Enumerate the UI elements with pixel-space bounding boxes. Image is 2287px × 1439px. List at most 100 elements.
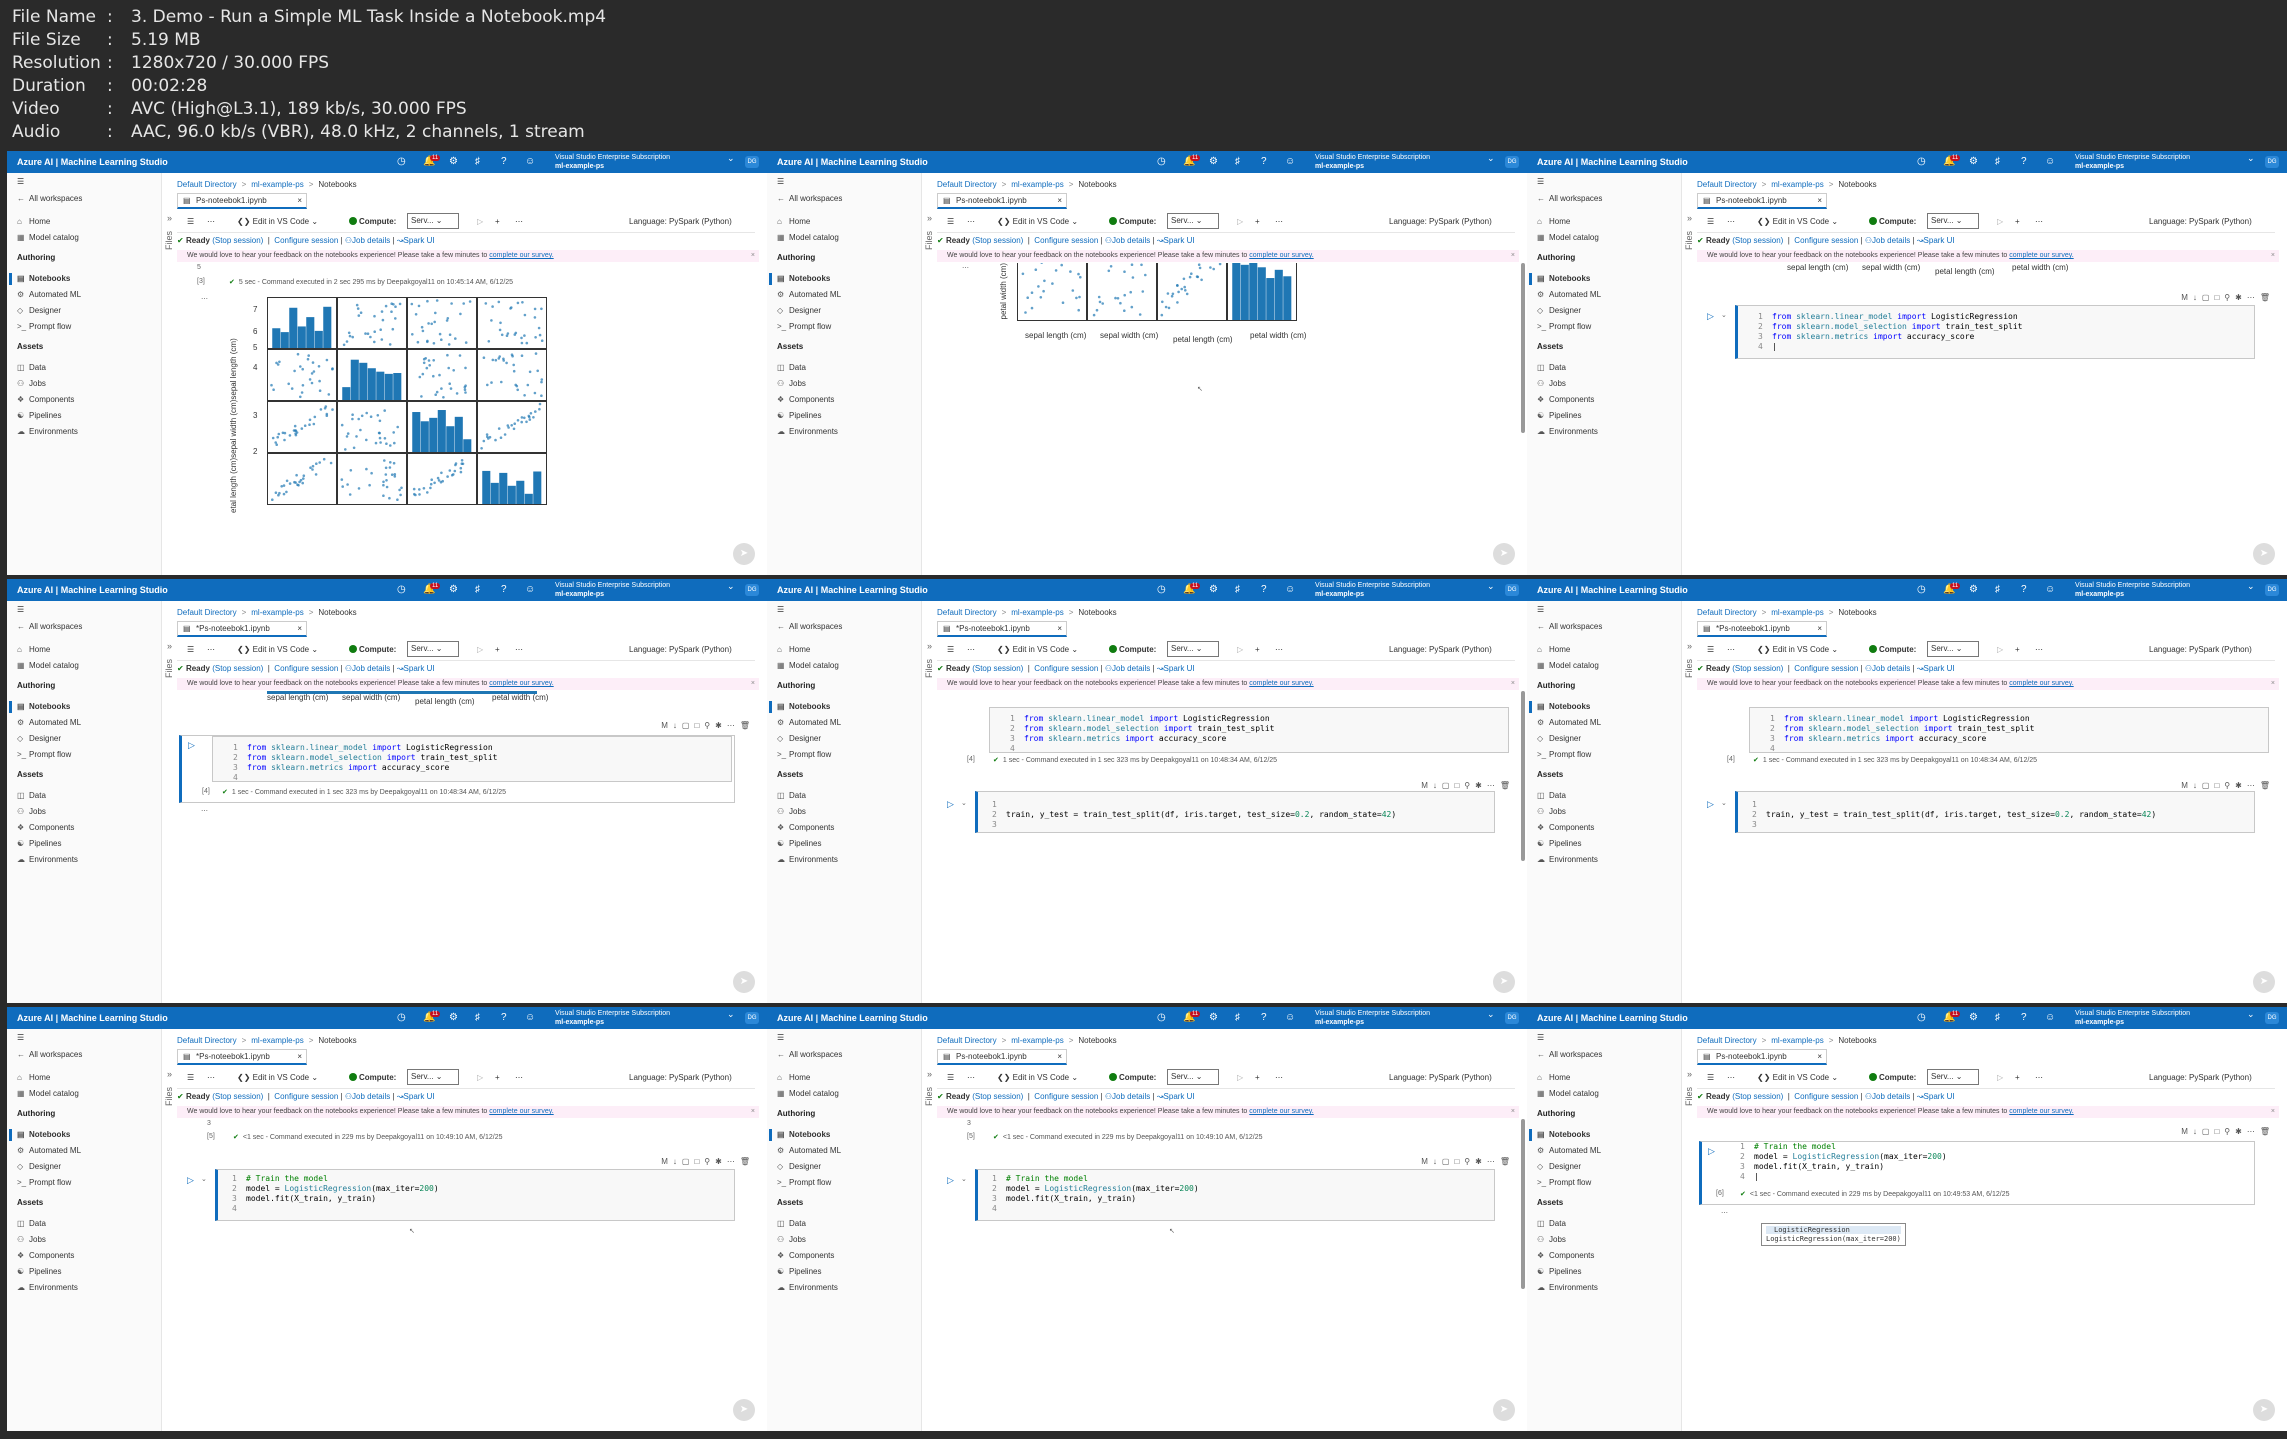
compute-select[interactable]: Serv... ⌄	[1927, 1069, 1979, 1085]
breadcrumb-notebooks[interactable]: Notebooks	[1838, 608, 1876, 617]
gear-icon[interactable]: ⚙	[1969, 1012, 1978, 1023]
code-editor[interactable]: 1 2 train, y_test = train_test_split(df, …	[992, 800, 1396, 830]
survey-link[interactable]: complete our survey.	[489, 1108, 553, 1115]
smiley-icon[interactable]: ☺	[525, 156, 535, 167]
sidebar-item-components[interactable]: ❖ Components	[777, 394, 834, 406]
bell-icon[interactable]: 🔔 11	[1943, 583, 1961, 595]
breadcrumb-workspace[interactable]: ml-example-ps	[1011, 608, 1063, 617]
breadcrumb-notebooks[interactable]: Notebooks	[1078, 180, 1116, 189]
subscription-info[interactable]: Visual Studio Enterprise Subscription ml-…	[1315, 153, 1485, 171]
code-editor[interactable]: 1 from sklearn.linear_model import Logist…	[233, 743, 498, 783]
sidebar-item-jobs[interactable]: ⚇ Jobs	[777, 1234, 806, 1246]
subscription-info[interactable]: Visual Studio Enterprise Subscription ml-…	[1315, 1009, 1485, 1027]
hamburger-icon[interactable]: ☰	[1537, 176, 1544, 188]
spark-ui-link[interactable]: ↝Spark UI	[1917, 664, 1955, 673]
hamburger-icon[interactable]: ☰	[1537, 1032, 1544, 1044]
job-details-link[interactable]: ⚇Job details	[1865, 1092, 1910, 1101]
sidebar-item-pipelines[interactable]: ☯ Pipelines	[1537, 838, 1581, 850]
subscription-info[interactable]: Visual Studio Enterprise Subscription ml-…	[555, 581, 725, 599]
sidebar-item-automated-ml[interactable]: ⚙ Automated ML	[17, 289, 81, 301]
menu-icon[interactable]: ☰	[947, 217, 954, 226]
tab-notebook[interactable]: ▤ *Ps-noteebok1.ipynb ×	[1697, 621, 1827, 637]
add-icon[interactable]: +	[495, 217, 500, 226]
delete-icon[interactable]: 🗑	[1500, 781, 1515, 790]
more-icon[interactable]: ⋯	[727, 721, 740, 730]
tab-notebook[interactable]: ▤ Ps-noteebok1.ipynb ×	[1697, 1049, 1827, 1065]
history-icon[interactable]: ◷	[1917, 1012, 1926, 1023]
compute-select[interactable]: Serv... ⌄	[1167, 1069, 1219, 1085]
sidebar-item-home[interactable]: ⌂ Home	[777, 216, 810, 228]
edit-in-vscode-button[interactable]: ❮❯ Edit in VS Code ⌄	[237, 1073, 318, 1082]
markdown-icon[interactable]: M↓	[2181, 293, 2202, 302]
breadcrumb-default-directory[interactable]: Default Directory	[937, 608, 997, 617]
configure-session-link[interactable]: Configure session	[274, 664, 338, 673]
comment-icon[interactable]: □	[694, 1157, 704, 1166]
stop-session-link[interactable]: (Stop session)	[972, 664, 1023, 673]
survey-link[interactable]: complete our survey.	[489, 252, 553, 259]
close-icon[interactable]: ×	[1817, 622, 1822, 635]
gear-icon[interactable]: ⚙	[1209, 156, 1218, 167]
sidebar-item-model-catalog[interactable]: ▦ Model catalog	[1537, 232, 1599, 244]
megaphone-icon[interactable]: ♯	[1995, 1012, 2000, 1023]
files-tab[interactable]: Files	[924, 231, 938, 250]
megaphone-icon[interactable]: ♯	[475, 584, 480, 595]
code-editor[interactable]: 1 from sklearn.linear_model import Logist…	[1758, 312, 2023, 352]
add-cell-icon[interactable]: ✱	[1475, 1157, 1487, 1166]
job-details-link[interactable]: ⚇Job details	[345, 664, 390, 673]
breadcrumb-notebooks[interactable]: Notebooks	[1838, 1036, 1876, 1045]
sidebar-item-model-catalog[interactable]: ▦ Model catalog	[17, 1088, 79, 1100]
more-options-icon[interactable]: ⋯	[515, 645, 523, 654]
expand-files-icon[interactable]: »	[927, 1069, 932, 1079]
gear-icon[interactable]: ⚙	[1209, 584, 1218, 595]
add-cell-icon[interactable]: ✱	[2235, 1127, 2247, 1136]
bell-icon[interactable]: 🔔 11	[423, 155, 441, 167]
close-icon[interactable]: ×	[1817, 194, 1822, 207]
spark-ui-link[interactable]: ↝Spark UI	[397, 236, 435, 245]
brand-title[interactable]: Azure AI | Machine Learning Studio	[1537, 585, 1688, 595]
sidebar-item-data[interactable]: ◫ Data	[1537, 362, 1566, 374]
markdown-icon[interactable]: M↓	[1421, 781, 1442, 790]
sidebar-item-environments[interactable]: ☁ Environments	[17, 854, 78, 866]
job-details-link[interactable]: ⚇Job details	[345, 236, 390, 245]
sidebar-item-prompt-flow[interactable]: >_ Prompt flow	[1537, 749, 1591, 761]
sidebar-item-prompt-flow[interactable]: >_ Prompt flow	[17, 321, 71, 333]
close-icon[interactable]: ×	[1511, 678, 1515, 690]
code-editor[interactable]: 1 from sklearn.linear_model import Logist…	[1770, 714, 2035, 754]
sidebar-item-jobs[interactable]: ⚇ Jobs	[777, 806, 806, 818]
add-icon[interactable]: +	[2015, 1073, 2020, 1082]
history-icon[interactable]: ◷	[397, 584, 406, 595]
more-icon[interactable]: ⋯	[967, 217, 975, 226]
sidebar-item-notebooks[interactable]: ▤ Notebooks	[17, 1129, 70, 1141]
sidebar-item-designer[interactable]: ◇ Designer	[1537, 1161, 1581, 1173]
spark-ui-link[interactable]: ↝Spark UI	[397, 1092, 435, 1101]
run-cell-icon[interactable]: ▷	[1708, 1146, 1715, 1157]
menu-icon[interactable]: ☰	[187, 1073, 194, 1082]
brand-title[interactable]: Azure AI | Machine Learning Studio	[17, 157, 168, 167]
survey-link[interactable]: complete our survey.	[2009, 1108, 2073, 1115]
more-icon[interactable]: ⋯	[201, 807, 208, 815]
close-icon[interactable]: ×	[1511, 250, 1515, 262]
history-icon[interactable]: ◷	[1157, 584, 1166, 595]
sidebar-item-prompt-flow[interactable]: >_ Prompt flow	[777, 1177, 831, 1189]
edit-in-vscode-button[interactable]: ❮❯ Edit in VS Code ⌄	[237, 645, 318, 654]
chevron-down-icon[interactable]: ⌄	[2247, 1009, 2255, 1020]
scrollbar[interactable]	[1521, 691, 1525, 861]
gear-icon[interactable]: ⚙	[1969, 584, 1978, 595]
bell-icon[interactable]: 🔔 11	[1943, 155, 1961, 167]
more-icon[interactable]: ⋯	[1727, 1073, 1735, 1082]
sidebar-item-pipelines[interactable]: ☯ Pipelines	[17, 410, 61, 422]
gear-icon[interactable]: ⚙	[449, 584, 458, 595]
tab-notebook[interactable]: ▤ *Ps-noteebok1.ipynb ×	[937, 621, 1067, 637]
markdown-icon[interactable]: M↓	[2181, 781, 2202, 790]
sidebar-item-notebooks[interactable]: ▤ Notebooks	[777, 1129, 830, 1141]
more-options-icon[interactable]: ⋯	[2035, 217, 2043, 226]
delete-icon[interactable]: 🗑	[2260, 293, 2275, 302]
tab-notebook[interactable]: ▤ *Ps-noteebok1.ipynb ×	[177, 621, 307, 637]
smiley-icon[interactable]: ☺	[525, 1012, 535, 1023]
hamburger-icon[interactable]: ☰	[777, 604, 784, 616]
megaphone-icon[interactable]: ♯	[475, 1012, 480, 1023]
comment-icon[interactable]: □	[694, 721, 704, 730]
job-details-link[interactable]: ⚇Job details	[1865, 664, 1910, 673]
sidebar-item-pipelines[interactable]: ☯ Pipelines	[17, 1266, 61, 1278]
sidebar-item-all-workspaces[interactable]: ← All workspaces	[1537, 1049, 1602, 1061]
